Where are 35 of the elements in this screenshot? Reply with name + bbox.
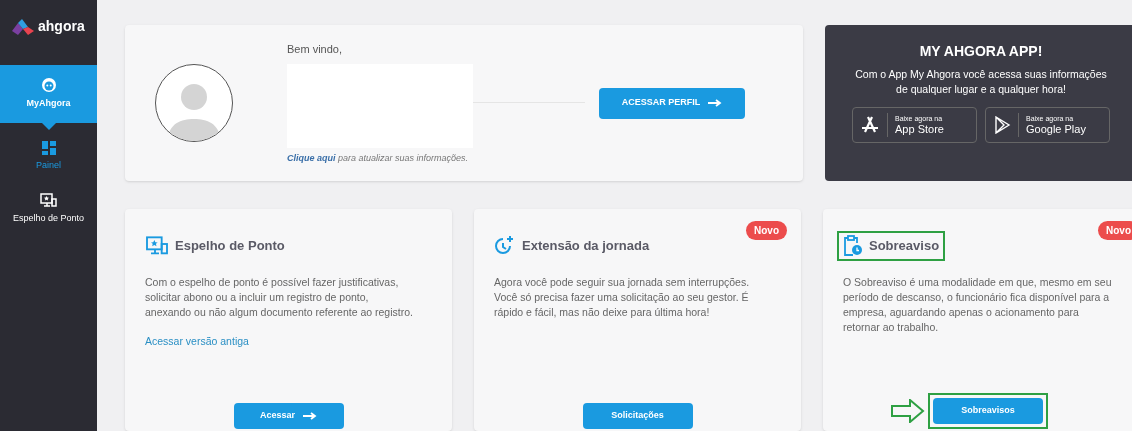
greeting-text: Bem vindo, xyxy=(287,42,344,57)
arrow-right-icon xyxy=(708,99,723,107)
play-icon xyxy=(993,116,1011,134)
sidebar-item[interactable]: Painel xyxy=(0,131,97,183)
update-link[interactable]: Clique aqui xyxy=(287,152,336,163)
pointing-arrow-icon xyxy=(891,399,925,423)
promo-title: MY AHGORA APP! xyxy=(919,42,1043,61)
card-description: Com o espelho de ponto é possível fazer justificativas, solicitar abono ou a incluir um registro de ponto, anexando ou não algum documento referente ao registro. xyxy=(145,275,414,320)
monitor-icon xyxy=(40,192,57,208)
face-icon xyxy=(40,77,57,94)
arrow-right-icon xyxy=(303,412,317,420)
new-badge: Novo xyxy=(1098,221,1132,240)
card-title: Extensão da jornada xyxy=(522,237,650,256)
card-description: O Sobreaviso é uma modalidade em que, mesmo em seu período de descanso, o funcionário fica disponível para a empresa, aguardando apenas o acionamento para retornar ao trabalho. xyxy=(843,275,1113,335)
grid-icon xyxy=(41,141,56,156)
update-info-text: Clique aqui para atualizar suas informações. xyxy=(287,151,470,165)
promo-text: Com o App My Ahgora você acessa suas informações de qualquer lugar e a qualquer hora! xyxy=(854,67,1108,97)
clipboard-clock-icon xyxy=(843,235,863,257)
new-badge: Novo xyxy=(746,221,787,240)
card-button[interactable]: Acessar xyxy=(233,403,344,429)
app-store-icon xyxy=(860,116,880,134)
profile-button[interactable]: ACESSAR PERFIL xyxy=(599,87,745,119)
card-description: Agora você pode seguir sua jornada sem interrupções. Você só precisa fazer uma solicitação ao seu gestor. É rápido e fácil, mas não deixe para última hora! xyxy=(494,275,751,320)
sidebar-item[interactable]: MyAhgora xyxy=(0,65,97,123)
card-button[interactable]: Solicitações xyxy=(582,403,693,429)
logo-text: ahgora xyxy=(38,17,85,36)
card-title: Sobreaviso xyxy=(869,237,940,256)
pointer-triangle xyxy=(41,123,56,130)
sidebar-item[interactable]: Espelho de Ponto xyxy=(0,183,97,235)
logo-icon xyxy=(12,18,34,35)
card-button[interactable]: Sobreavisos xyxy=(933,398,1043,424)
clock-plus-icon xyxy=(494,235,516,257)
old-version-link[interactable]: Acessar versão antiga xyxy=(145,334,249,350)
card-title: Espelho de Ponto xyxy=(175,237,285,256)
monitor-icon xyxy=(145,236,169,256)
